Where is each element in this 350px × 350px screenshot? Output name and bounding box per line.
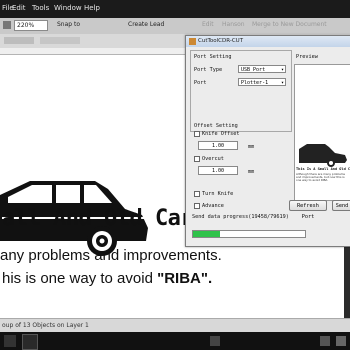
port-type-value: USB Port — [241, 67, 266, 73]
overcut-checkbox[interactable] — [194, 156, 200, 162]
preview-subcaption: Although there are many problems and imp… — [296, 172, 345, 183]
app-taskbar-icon[interactable] — [22, 334, 38, 350]
status-text: oup of 13 Objects on Layer 1 — [2, 322, 89, 329]
send-button[interactable]: Send — [332, 200, 350, 211]
menu-window[interactable]: Window — [54, 4, 82, 12]
tray-icon-1[interactable] — [210, 336, 220, 346]
create-lead-button[interactable]: Create Lead — [128, 21, 164, 28]
refresh-port-button[interactable]: Refresh Port — [289, 200, 327, 220]
port-label: Port — [194, 80, 207, 86]
advance-checkbox[interactable] — [194, 203, 200, 209]
knife-offset-label: Knife Offset — [202, 131, 240, 137]
progress-text: Send data progress(19458/79619) — [192, 214, 289, 220]
offset-setting-label: Offset Setting — [194, 123, 238, 129]
property-group-2[interactable] — [40, 37, 80, 44]
send-progress-bar — [192, 230, 306, 238]
overcut-input[interactable]: 1.00 — [198, 166, 238, 175]
port-type-select[interactable]: USB Port ▾ — [238, 65, 286, 73]
zoom-select[interactable]: 220% — [14, 20, 48, 31]
overcut-value: 1.00 — [211, 168, 225, 174]
preview-pane: This Is A Small And Old Car Although the… — [294, 64, 350, 201]
menu-edit[interactable]: Edit — [12, 4, 26, 12]
menu-tools[interactable]: Tools — [32, 4, 49, 12]
line2-bold: "RIBA". — [157, 270, 213, 287]
canvas-line-1: any problems and improvements. — [0, 247, 222, 264]
main-toolbar: 220% Snap to Create Lead Edit Hanson Mer… — [0, 18, 350, 35]
overcut-label: Overcut — [202, 156, 224, 162]
new-icon[interactable] — [3, 21, 11, 29]
hanson-button[interactable]: Hanson — [222, 21, 245, 28]
preview-label: Preview — [296, 54, 318, 60]
zoom-value: 220% — [17, 22, 35, 29]
tray-icon-2[interactable] — [320, 336, 330, 346]
menu-help[interactable]: Help — [84, 4, 100, 12]
edit-button[interactable]: Edit — [202, 21, 214, 28]
overcut-unit-label: mm — [248, 169, 255, 175]
progress-fill — [193, 231, 221, 237]
start-icon[interactable] — [4, 335, 16, 347]
chevron-down-icon: ▾ — [280, 67, 284, 73]
dialog-titlebar[interactable]: CutToolCDR-CUT — [186, 36, 350, 47]
line2-text: his is one way to avoid — [2, 270, 158, 287]
port-setting-group — [190, 50, 292, 132]
turn-knife-checkbox[interactable] — [194, 191, 200, 197]
property-group[interactable] — [4, 37, 34, 44]
status-bar: oup of 13 Objects on Layer 1 — [0, 318, 350, 333]
advance-label: Advance — [202, 203, 224, 209]
port-select[interactable]: Plotter-1 ▾ — [238, 78, 286, 86]
snap-to-dropdown[interactable]: Snap to — [57, 21, 80, 28]
merge-button[interactable]: Merge to New Document — [252, 21, 327, 28]
menu-bar: File Edit Tools Window Help — [0, 0, 350, 18]
tray-icon-3[interactable] — [336, 336, 346, 346]
knife-offset-value: 1.00 — [211, 143, 225, 149]
knife-offset-input[interactable]: 1.00 — [198, 141, 238, 150]
canvas-title: all And Old Car — [2, 206, 194, 231]
taskbar — [0, 332, 350, 350]
knife-offset-checkbox[interactable] — [194, 131, 200, 137]
turn-knife-label: Turn Knife — [202, 191, 234, 197]
canvas-line-2: his is one way to avoid "RIBA". — [2, 270, 212, 287]
preview-caption: This Is A Small And Old Car — [296, 167, 350, 171]
port-value: Plotter-1 — [241, 80, 269, 86]
port-setting-label: Port Setting — [194, 54, 232, 60]
knife-unit-label: mm — [248, 144, 255, 150]
dialog-title: CutToolCDR-CUT — [198, 38, 244, 44]
chevron-down-icon: ▾ — [280, 80, 284, 86]
cuttool-dialog: CutToolCDR-CUT Port Setting Port Type US… — [185, 35, 350, 247]
port-type-label: Port Type — [194, 67, 223, 73]
app-icon — [189, 38, 196, 45]
